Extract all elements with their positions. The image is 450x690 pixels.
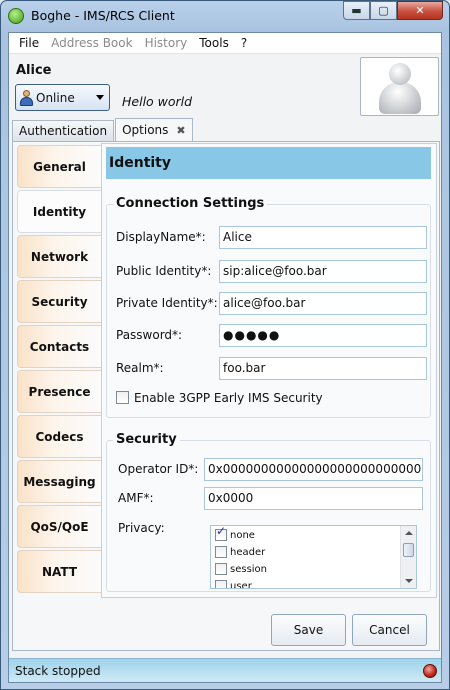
- scroll-up-icon[interactable]: [405, 531, 413, 535]
- close-button[interactable]: ✕: [397, 1, 443, 20]
- mood-text[interactable]: Hello world: [122, 94, 192, 109]
- menu-history[interactable]: History: [139, 33, 194, 54]
- user-name: Alice: [16, 63, 52, 78]
- status-indicator-icon: [423, 664, 437, 678]
- checkbox-checked-icon[interactable]: [215, 529, 227, 541]
- menu-address-book[interactable]: Address Book: [45, 33, 138, 54]
- security-group: Security Operator ID*: 0x000000000000000…: [106, 432, 431, 592]
- checkbox-icon[interactable]: [215, 563, 227, 575]
- privacy-option-none[interactable]: none: [215, 527, 255, 543]
- nav-item-natt[interactable]: NATT: [17, 550, 101, 593]
- privacy-label: Privacy:: [118, 521, 165, 535]
- checkbox-icon[interactable]: [215, 546, 227, 558]
- amf-label: AMF*:: [118, 491, 154, 505]
- password-label: Password*:: [116, 328, 183, 342]
- presence-dropdown[interactable]: Online: [15, 84, 110, 111]
- avatar[interactable]: [360, 57, 439, 116]
- realm-label: Realm*:: [116, 361, 164, 375]
- private-identity-field[interactable]: alice@foo.bar: [219, 292, 427, 315]
- realm-field[interactable]: foo.bar: [219, 357, 427, 380]
- private-identity-label: Private Identity*:: [116, 296, 218, 310]
- tab-strip: Authentication Options ✖: [12, 118, 194, 141]
- nav-item-security[interactable]: Security: [17, 280, 101, 323]
- minimize-button[interactable]: ▬: [343, 1, 370, 20]
- amf-field[interactable]: 0x0000: [204, 487, 423, 510]
- avatar-body-icon: [379, 82, 421, 114]
- status-bar: Stack stopped: [9, 658, 441, 682]
- menu-file[interactable]: File: [13, 33, 45, 54]
- tab-options-label: Options: [122, 123, 169, 137]
- nav-item-presence[interactable]: Presence: [17, 370, 101, 413]
- display-name-field[interactable]: Alice: [219, 226, 427, 249]
- tab-authentication[interactable]: Authentication: [12, 120, 115, 141]
- menu-tools[interactable]: Tools: [193, 33, 235, 54]
- title-bar[interactable]: Boghe - IMS/RCS Client ▬ ▢ ✕: [1, 1, 449, 31]
- status-text: Stack stopped: [15, 664, 101, 678]
- avatar-head-icon: [389, 63, 411, 85]
- operator-id-label: Operator ID*:: [118, 462, 199, 476]
- options-tab-body: General Identity Network Security Contac…: [12, 141, 440, 651]
- privacy-option-header[interactable]: header: [215, 544, 265, 560]
- privacy-scrollbar[interactable]: [400, 526, 416, 588]
- tab-close-icon[interactable]: ✖: [176, 124, 185, 137]
- early-ims-label: Enable 3GPP Early IMS Security: [134, 391, 323, 405]
- presence-label: Online: [36, 90, 75, 105]
- nav-item-identity[interactable]: Identity: [17, 190, 101, 233]
- save-button[interactable]: Save: [271, 614, 346, 646]
- options-nav: General Identity Network Security Contac…: [17, 145, 101, 595]
- maximize-button[interactable]: ▢: [370, 1, 397, 20]
- nav-item-qos[interactable]: QoS/QoE: [17, 505, 101, 548]
- security-title: Security: [113, 432, 180, 447]
- connection-settings-title: Connection Settings: [113, 196, 268, 211]
- privacy-option-label: user: [230, 580, 252, 589]
- menu-bar: File Address Book History Tools ?: [9, 33, 441, 54]
- privacy-option-label: session: [230, 563, 268, 575]
- user-presence-icon: [20, 89, 33, 106]
- nav-item-network[interactable]: Network: [17, 235, 101, 278]
- operator-id-field[interactable]: 0x00000000000000000000000000000000: [204, 458, 423, 481]
- privacy-list[interactable]: none header session user: [210, 525, 417, 589]
- password-field[interactable]: ●●●●●: [219, 324, 427, 347]
- window-controls: ▬ ▢ ✕: [343, 1, 443, 20]
- scroll-down-icon[interactable]: [405, 579, 413, 583]
- nav-item-general[interactable]: General: [17, 145, 101, 188]
- nav-item-contacts[interactable]: Contacts: [17, 325, 101, 368]
- panel-title: Identity: [106, 147, 431, 179]
- public-identity-label: Public Identity*:: [116, 264, 212, 278]
- chevron-down-icon: [96, 95, 104, 100]
- privacy-option-user[interactable]: user: [215, 578, 252, 589]
- client-area: File Address Book History Tools ? Alice …: [8, 32, 442, 683]
- public-identity-field[interactable]: sip:alice@foo.bar: [219, 260, 427, 283]
- privacy-option-label: header: [230, 546, 266, 558]
- connection-settings-group: Connection Settings DisplayName*: Alice …: [106, 196, 431, 418]
- identity-panel: Identity Connection Settings DisplayName…: [101, 143, 437, 598]
- privacy-option-label: none: [230, 529, 255, 541]
- checkbox-icon[interactable]: [215, 580, 227, 588]
- nav-item-codecs[interactable]: Codecs: [17, 415, 101, 458]
- window-title: Boghe - IMS/RCS Client: [31, 8, 175, 23]
- menu-help[interactable]: ?: [235, 33, 253, 54]
- early-ims-checkbox[interactable]: [116, 391, 129, 404]
- privacy-option-session[interactable]: session: [215, 561, 267, 577]
- app-icon: [8, 8, 24, 24]
- tab-options[interactable]: Options ✖: [115, 118, 193, 141]
- app-window: Boghe - IMS/RCS Client ▬ ▢ ✕ File Addres…: [0, 0, 450, 690]
- cancel-button[interactable]: Cancel: [352, 614, 427, 646]
- nav-item-messaging[interactable]: Messaging: [17, 460, 101, 503]
- scroll-thumb[interactable]: [403, 543, 414, 557]
- display-name-label: DisplayName*:: [116, 230, 206, 244]
